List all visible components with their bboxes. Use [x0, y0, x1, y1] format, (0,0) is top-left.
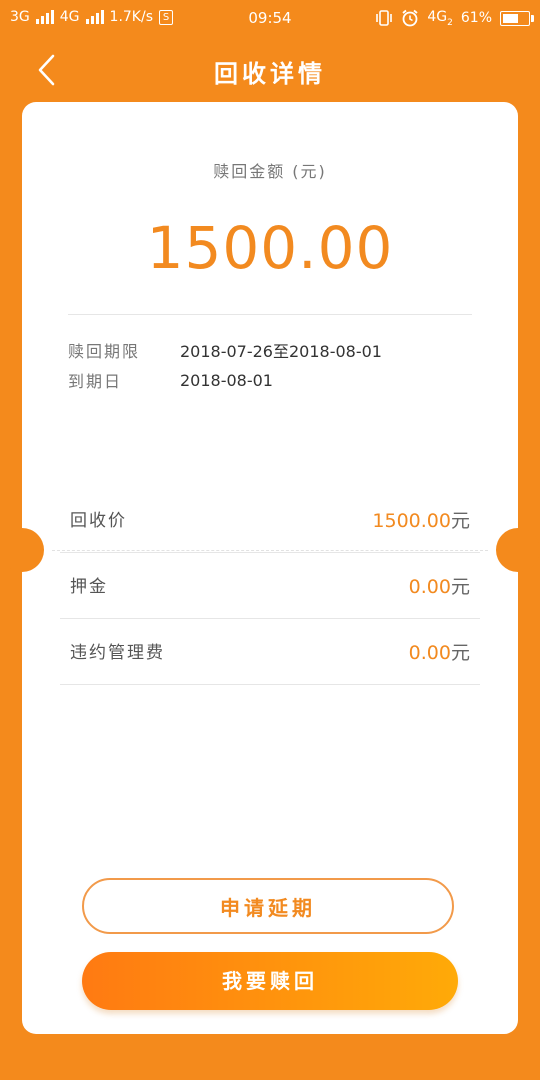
- status-right: 4G2 61%: [375, 9, 534, 28]
- fee-value: 0.00元: [408, 576, 470, 598]
- fee-row-recycle-price: 回收价 1500.00元: [60, 486, 480, 553]
- amount-value: 1500.00: [146, 214, 394, 282]
- status-bar: 3G 4G 1.7K/s S 09:54 4G2 61%: [0, 0, 540, 36]
- battery-percent: 61%: [460, 10, 492, 27]
- period-label: 赎回期限: [68, 342, 141, 361]
- due-date-label: 到期日: [68, 372, 123, 391]
- amount-label: 赎回金额 (元): [213, 162, 327, 181]
- vibrate-icon: [376, 10, 393, 27]
- battery-icon: [500, 10, 534, 26]
- due-date-row: 到期日 2018-08-01: [68, 368, 273, 392]
- ticket-notch-right: [496, 528, 540, 572]
- fee-row-deposit: 押金 0.00元: [60, 552, 480, 619]
- fee-value: 0.00元: [408, 642, 470, 664]
- fee-label: 违约管理费: [70, 643, 165, 663]
- alarm-icon: [402, 10, 418, 27]
- divider: [68, 314, 472, 315]
- app-header: 回收详情: [0, 36, 540, 102]
- period-row: 赎回期限 2018-07-26至2018-08-01: [68, 338, 382, 362]
- redeem-button[interactable]: 我要赎回: [82, 952, 458, 1010]
- fee-label: 回收价: [70, 511, 127, 531]
- apply-extension-button[interactable]: 申请延期: [82, 878, 454, 934]
- ticket-notch-left: [0, 528, 44, 572]
- page-title: 回收详情: [214, 60, 326, 88]
- detail-card: 赎回金额 (元) 1500.00 赎回期限 2018-07-26至2018-08…: [0, 102, 540, 1034]
- fee-label: 押金: [70, 577, 108, 597]
- due-date-value: 2018-08-01: [180, 370, 273, 390]
- network-type-3: 4G2: [427, 9, 453, 28]
- fee-value: 1500.00元: [372, 510, 470, 532]
- fee-row-penalty: 违约管理费 0.00元: [60, 618, 480, 685]
- period-value: 2018-07-26至2018-08-01: [180, 342, 382, 361]
